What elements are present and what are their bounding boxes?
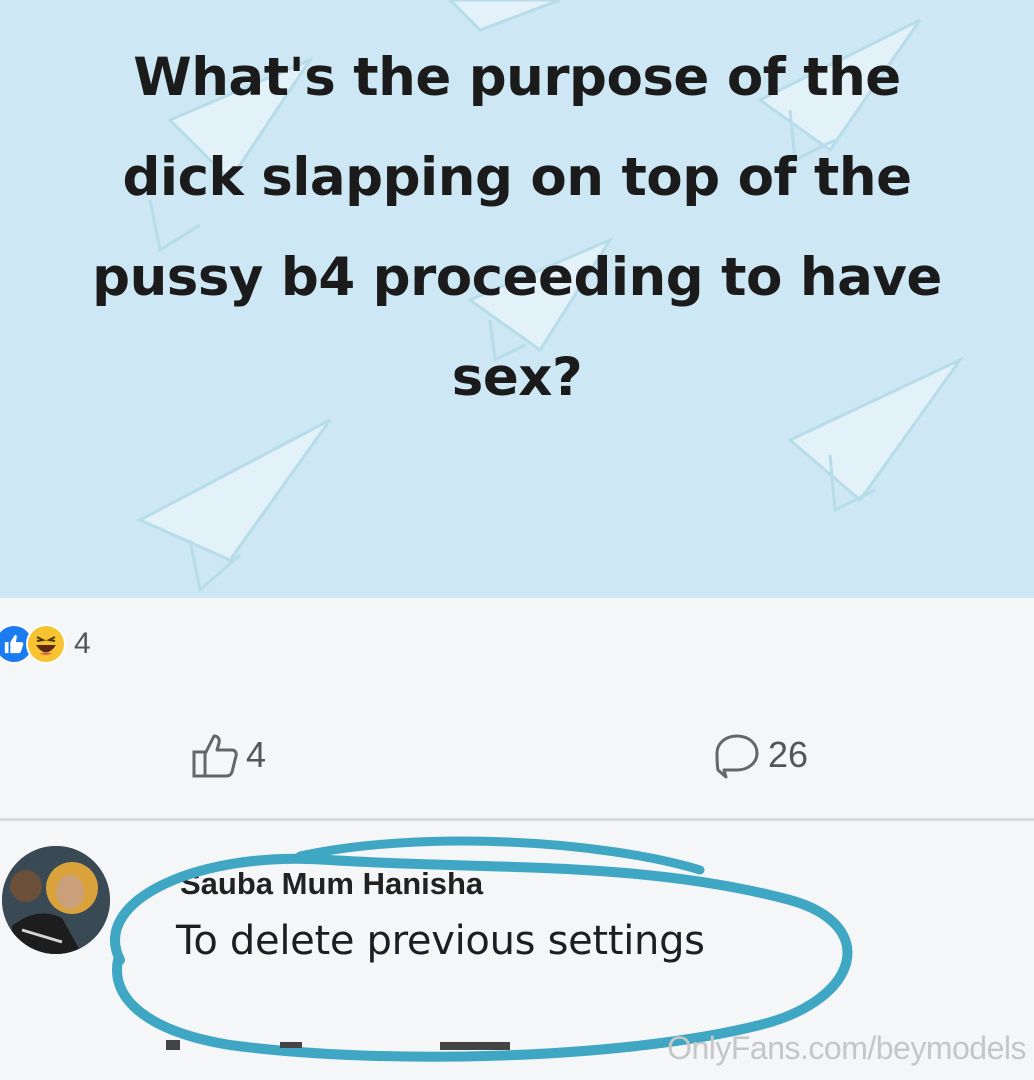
comment-action-fragment[interactable] bbox=[440, 1042, 510, 1050]
comment-action-fragment[interactable] bbox=[280, 1042, 302, 1048]
post-text-line: pussy b4 proceeding to have bbox=[92, 247, 942, 308]
post-text-line: What's the purpose of the bbox=[133, 47, 901, 108]
post-text-line: dick slapping on top of the bbox=[122, 147, 912, 208]
like-button[interactable]: 4 bbox=[190, 720, 266, 790]
comment-count: 26 bbox=[768, 734, 809, 775]
comment-text: To delete previous settings bbox=[176, 918, 705, 964]
avatar[interactable] bbox=[2, 846, 110, 954]
post-text-line: sex? bbox=[451, 347, 583, 408]
paper-plane-icon bbox=[447, 0, 561, 32]
comment-action-fragment[interactable] bbox=[166, 1040, 180, 1050]
reactions-summary[interactable]: 4 bbox=[0, 622, 91, 666]
action-bar: 4 26 bbox=[0, 720, 1034, 790]
like-count: 4 bbox=[246, 734, 267, 775]
reactions-count: 4 bbox=[74, 627, 91, 660]
watermark: OnlyFans.com/beymodels bbox=[667, 1030, 1026, 1066]
comment-actions bbox=[160, 1030, 560, 1060]
divider bbox=[0, 818, 1034, 821]
post-background: What's the purpose of the dick slapping … bbox=[0, 0, 1034, 598]
comment-button[interactable]: 26 bbox=[712, 720, 808, 790]
comment-author[interactable]: Sauba Mum Hanisha bbox=[180, 866, 483, 902]
paper-plane-icon bbox=[136, 418, 332, 562]
haha-reaction-icon bbox=[26, 624, 66, 664]
comment-bubble-icon bbox=[715, 734, 759, 779]
post-text: What's the purpose of the dick slapping … bbox=[20, 28, 1014, 428]
thumbs-up-icon bbox=[192, 734, 238, 778]
